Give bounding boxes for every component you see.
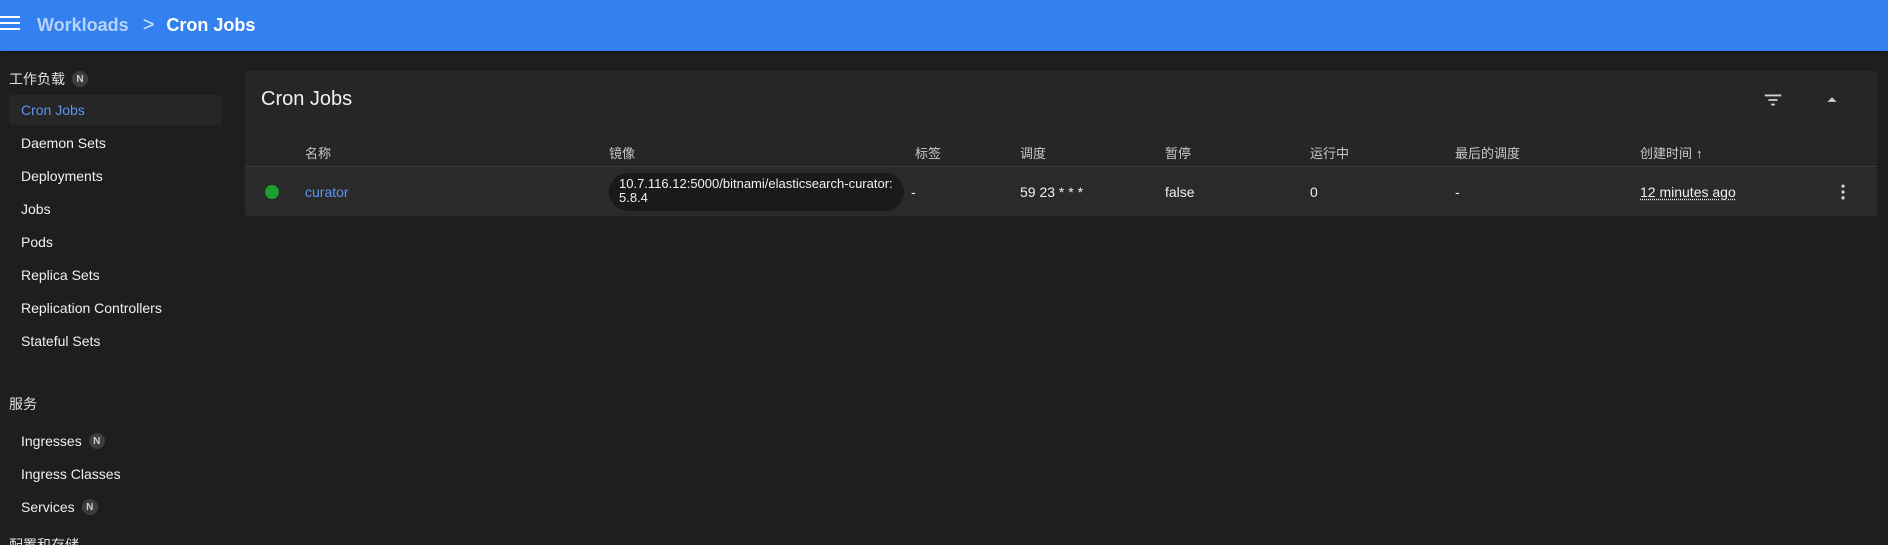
- col-header-active[interactable]: 运行中: [1310, 143, 1349, 162]
- labels-cell: -: [911, 184, 916, 200]
- card-title: Cron Jobs: [261, 88, 353, 110]
- sidebar-item-replica-sets[interactable]: Replica Sets: [9, 260, 222, 290]
- chevron-right-icon: >: [142, 14, 155, 36]
- breadcrumb-workloads[interactable]: Workloads: [37, 15, 129, 36]
- new-badge: N: [88, 433, 105, 449]
- col-header-suspend[interactable]: 暂停: [1165, 143, 1191, 162]
- col-header-name[interactable]: 名称: [305, 143, 331, 162]
- sidebar-item-jobs[interactable]: Jobs: [9, 194, 222, 224]
- filter-icon[interactable]: [1762, 89, 1784, 111]
- schedule-cell: 59 23 * * *: [1020, 184, 1084, 200]
- sidebar-item-stateful-sets[interactable]: Stateful Sets: [9, 326, 222, 356]
- top-bar: Workloads > Cron Jobs: [0, 0, 1888, 51]
- col-header-created[interactable]: 创建时间 ↑: [1640, 143, 1703, 162]
- arrow-up-icon: ↑: [1696, 146, 1703, 161]
- sidebar-item-pods[interactable]: Pods: [9, 227, 222, 257]
- breadcrumb: Workloads > Cron Jobs: [37, 0, 255, 51]
- cron-job-name-link[interactable]: curator: [305, 168, 349, 216]
- sidebar-item-deployments[interactable]: Deployments: [9, 161, 222, 191]
- menu-icon[interactable]: [0, 16, 20, 32]
- active-cell: 0: [1310, 184, 1318, 200]
- chevron-up-icon[interactable]: [1821, 89, 1843, 111]
- created-cell: 12 minutes ago: [1640, 184, 1736, 200]
- sidebar: 工作负载 N Cron Jobs Daemon Sets Deployments…: [0, 51, 230, 545]
- sidebar-item-daemon-sets[interactable]: Daemon Sets: [9, 128, 222, 158]
- sidebar-section-workloads[interactable]: 工作负载 N: [9, 69, 88, 89]
- image-chip: 10.7.116.12:5000/bitnami/elasticsearch-c…: [609, 173, 904, 211]
- new-badge: N: [72, 71, 88, 87]
- sidebar-item-replication-controllers[interactable]: Replication Controllers: [9, 293, 222, 323]
- table-header: 名称 镜像 标签 调度 暂停 运行中 最后的调度 创建时间 ↑: [245, 137, 1877, 167]
- sidebar-item-cron-jobs[interactable]: Cron Jobs: [9, 95, 222, 125]
- table-row: curator 10.7.116.12:5000/bitnami/elastic…: [245, 168, 1877, 216]
- col-header-labels[interactable]: 标签: [915, 143, 941, 162]
- col-header-last-schedule[interactable]: 最后的调度: [1455, 143, 1520, 162]
- breadcrumb-current: Cron Jobs: [166, 15, 256, 35]
- sidebar-section-services[interactable]: 服务: [9, 394, 37, 414]
- last-schedule-cell: -: [1455, 184, 1460, 200]
- sidebar-item-ingresses[interactable]: Ingresses N: [9, 426, 222, 456]
- cron-jobs-card: Cron Jobs 名称 镜像 标签 调度 暂停 运行中 最后的调度 创建时间 ↑…: [245, 71, 1877, 216]
- sidebar-item-services[interactable]: Services N: [9, 492, 222, 522]
- more-vert-icon[interactable]: [1833, 182, 1853, 202]
- status-ok-icon: [265, 185, 279, 199]
- col-header-image[interactable]: 镜像: [609, 143, 635, 162]
- col-header-schedule[interactable]: 调度: [1020, 143, 1046, 162]
- new-badge: N: [81, 499, 98, 515]
- suspend-cell: false: [1165, 184, 1195, 200]
- sidebar-section-config-storage[interactable]: 配置和存储: [9, 535, 79, 545]
- sidebar-item-ingress-classes[interactable]: Ingress Classes: [9, 459, 222, 489]
